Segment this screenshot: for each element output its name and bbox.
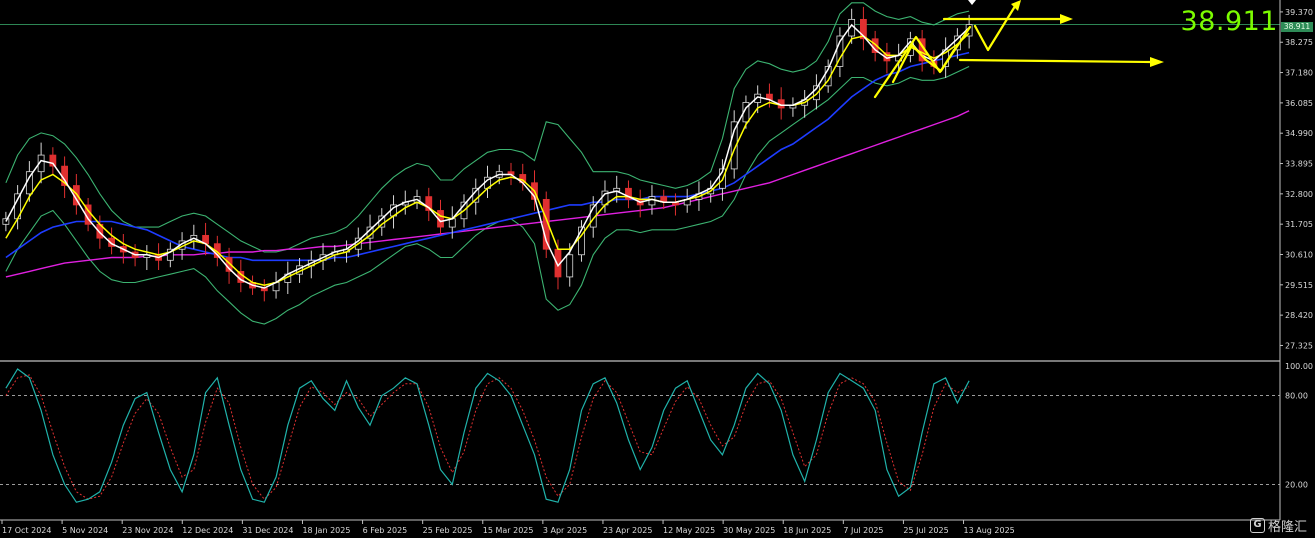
watermark-brand: 格隆汇	[1267, 520, 1307, 535]
stoch-tick-label: 80.00	[1285, 392, 1308, 401]
y-tick-label: 32.800	[1285, 190, 1313, 199]
x-tick-label: 25 Jul 2025	[903, 526, 948, 535]
y-tick-label: 28.420	[1285, 311, 1313, 320]
x-tick-label: 13 Aug 2025	[964, 526, 1015, 535]
stoch-tick-label: 100.00	[1285, 362, 1313, 371]
y-tick-label: 39.370	[1285, 8, 1313, 17]
watermark: G 格隆汇	[1249, 516, 1307, 535]
g-logo-icon: G	[1249, 518, 1265, 533]
x-tick-label: 5 Nov 2024	[62, 526, 108, 535]
stoch-main-line	[5, 368, 970, 503]
x-tick-label: 18 Jun 2025	[783, 526, 831, 535]
y-tick-label: 30.610	[1285, 250, 1313, 259]
y-tick-label: 31.705	[1285, 220, 1313, 229]
y-tick-label: 37.180	[1285, 69, 1313, 78]
x-tick-label: 12 Dec 2024	[182, 526, 233, 535]
x-tick-label: 12 May 2025	[663, 526, 715, 535]
x-tick-label: 31 Dec 2024	[242, 526, 293, 535]
price-axis-tag: 38.911	[1281, 22, 1313, 32]
ema-yellow-line	[5, 32, 970, 286]
candle-body	[2, 218, 10, 225]
x-tick-label: 30 May 2025	[723, 526, 775, 535]
x-tick-label: 15 Mar 2025	[483, 526, 534, 535]
main-price-panel	[0, 2, 1280, 325]
y-tick-label: 34.990	[1285, 129, 1313, 138]
ema-white-line	[5, 23, 970, 289]
y-tick-label: 38.275	[1285, 38, 1313, 47]
trend-annotations	[873, 0, 1164, 99]
x-tick-label: 7 Jul 2025	[843, 526, 883, 535]
stoch-signal-line	[5, 374, 970, 500]
current-price-label: 38.911	[1180, 6, 1278, 37]
x-tick-label: 23 Apr 2025	[603, 526, 652, 535]
x-tick-label: 25 Feb 2025	[423, 526, 473, 535]
y-tick-label: 36.085	[1285, 99, 1313, 108]
x-tick-label: 6 Feb 2025	[363, 526, 408, 535]
candle-body	[648, 196, 656, 206]
candle-body	[566, 254, 574, 278]
x-tick-label: 17 Oct 2024	[2, 526, 51, 535]
breakout-arrow-path	[973, 1, 1019, 52]
x-tick-label: 3 Apr 2025	[543, 526, 587, 535]
support-arrowhead	[1150, 57, 1164, 67]
y-tick-label: 27.325	[1285, 341, 1313, 350]
stochastic-panel	[0, 368, 1280, 503]
axes: 39.370 38.275 37.180 36.085 34.990 33.895 32.8…	[0, 0, 1313, 535]
stoch-tick-label: 20.00	[1285, 480, 1308, 489]
y-tick-label: 29.515	[1285, 281, 1313, 290]
x-tick-label: 18 Jan 2025	[302, 526, 350, 535]
y-tick-label: 33.895	[1285, 160, 1313, 169]
price-chart[interactable]: 39.370 38.275 37.180 36.085 34.990 33.895 32.8…	[0, 0, 1315, 538]
resistance-arrowhead	[1060, 14, 1073, 24]
support-arrow-line	[958, 58, 1152, 64]
top-marker	[968, 0, 976, 5]
x-tick-label: 23 Nov 2024	[122, 526, 173, 535]
bollinger-upper-line	[5, 2, 970, 253]
